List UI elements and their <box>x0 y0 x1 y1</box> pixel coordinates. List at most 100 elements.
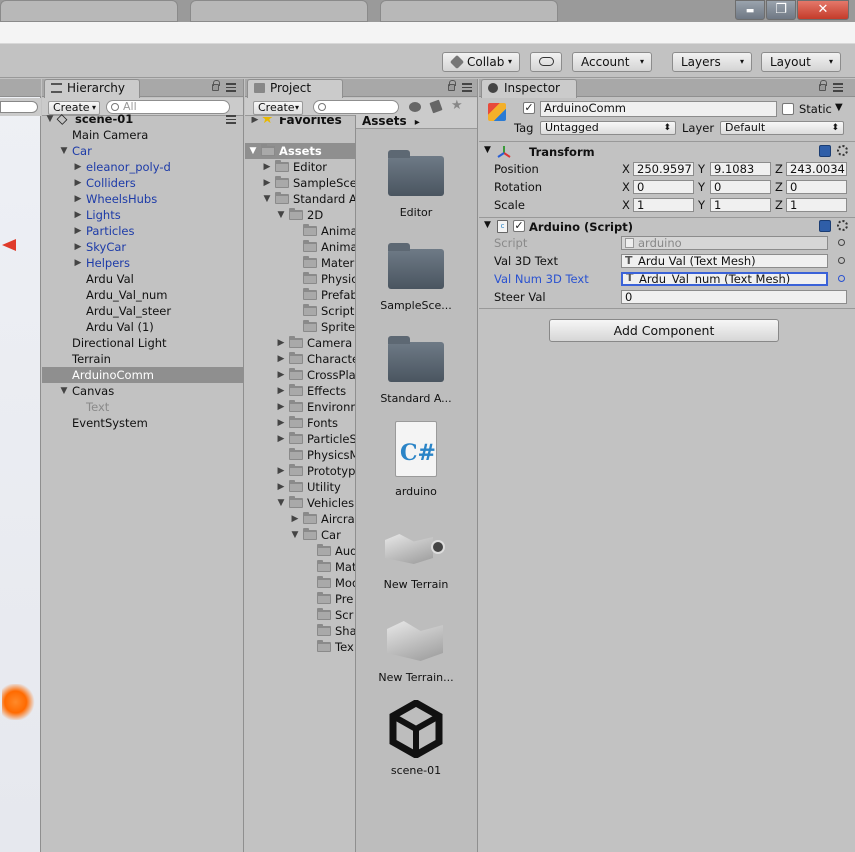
collapse-arrow-icon[interactable]: ▶ <box>276 415 286 431</box>
asset-item[interactable]: Standard A... <box>357 336 475 408</box>
tree-item[interactable]: Physic <box>245 271 355 287</box>
gear-icon[interactable] <box>837 145 848 156</box>
collapse-arrow-icon[interactable]: ▶ <box>250 117 260 128</box>
tree-item[interactable]: Mat <box>245 559 355 575</box>
tree-item[interactable]: ▶ ParticleS <box>245 431 355 447</box>
tree-item[interactable]: ▶ Aircra <box>245 511 355 527</box>
lock-icon[interactable] <box>819 80 827 91</box>
list-item[interactable]: ▶ Helpers <box>42 255 243 271</box>
tree-item[interactable]: ▶ Prototyp <box>245 463 355 479</box>
collapse-arrow-icon[interactable]: ▶ <box>73 255 83 271</box>
expand-arrow-icon[interactable]: ▼ <box>276 207 286 223</box>
active-checkbox[interactable]: ✓ <box>523 102 535 114</box>
tree-item[interactable]: Sha <box>245 623 355 639</box>
gear-icon[interactable] <box>837 220 848 231</box>
expand-arrow-icon[interactable]: ▼ <box>276 495 286 511</box>
tree-item[interactable]: Mod <box>245 575 355 591</box>
tree-item-assets[interactable]: ▼ Assets <box>245 143 355 159</box>
favorites-header[interactable]: ▶ ★ Favorites <box>245 117 355 128</box>
panel-menu-icon[interactable] <box>462 83 472 92</box>
scale-z-field[interactable]: 1 <box>786 198 847 212</box>
list-item[interactable]: ▶ Lights <box>42 207 243 223</box>
layout-dropdown[interactable]: Layout ▾ <box>761 52 841 72</box>
lock-icon[interactable] <box>212 80 220 91</box>
collab-button[interactable]: Collab ▾ <box>442 52 520 72</box>
tree-item[interactable]: ▶ Utility <box>245 479 355 495</box>
list-item[interactable]: Terrain <box>42 351 243 367</box>
collapse-arrow-icon[interactable]: ▶ <box>73 175 83 191</box>
tree-item[interactable]: ▼ Car <box>245 527 355 543</box>
steer-value-field[interactable]: 0 <box>621 290 847 304</box>
rotation-y-field[interactable]: 0 <box>710 180 771 194</box>
tree-item[interactable]: ▼ 2D <box>245 207 355 223</box>
list-item[interactable]: Main Camera <box>42 127 243 143</box>
panel-menu-icon[interactable] <box>226 83 236 92</box>
collapse-arrow-icon[interactable]: ▶ <box>262 175 272 191</box>
breadcrumb-assets[interactable]: Assets <box>362 114 407 128</box>
tree-item[interactable]: Tex <box>245 639 355 655</box>
collapse-arrow-icon[interactable]: ▶ <box>276 463 286 479</box>
browser-tab[interactable] <box>190 0 368 22</box>
list-item[interactable]: ▶ WheelsHubs <box>42 191 243 207</box>
tree-item[interactable]: ▼ Vehicles <box>245 495 355 511</box>
script-header[interactable]: ▼ c ✓ Arduino (Script) <box>479 218 855 236</box>
tree-item[interactable]: Mater <box>245 255 355 271</box>
asset-item[interactable]: New Terrain <box>357 514 475 594</box>
list-item[interactable]: EventSystem <box>42 415 243 431</box>
tree-item[interactable]: PhysicsM <box>245 447 355 463</box>
collapse-arrow-icon[interactable]: ▶ <box>262 159 272 175</box>
transform-header[interactable]: ▼ Transform <box>479 142 855 162</box>
expand-arrow-icon[interactable]: ▼ <box>248 143 258 159</box>
add-component-button[interactable]: Add Component <box>549 319 779 342</box>
tree-item[interactable]: Aud <box>245 543 355 559</box>
tag-dropdown[interactable]: Untagged ⬍ <box>540 121 676 135</box>
expand-arrow-icon[interactable]: ▼ <box>59 143 69 159</box>
asset-item[interactable]: Editor <box>357 150 475 222</box>
asset-item[interactable]: scene-01 <box>357 698 475 780</box>
list-item[interactable]: ▶ SkyCar <box>42 239 243 255</box>
object-name-input[interactable]: ArduinoComm <box>540 101 777 117</box>
asset-item[interactable]: New Terrain... <box>357 607 475 687</box>
collapse-arrow-icon[interactable]: ▶ <box>276 431 286 447</box>
tree-item[interactable]: ▶ CrossPla <box>245 367 355 383</box>
tab-project[interactable]: Project <box>247 79 343 98</box>
favorite-star-icon[interactable]: ★ <box>451 98 463 113</box>
list-item[interactable]: ▼ Canvas <box>42 383 243 399</box>
help-icon[interactable] <box>819 220 831 232</box>
list-item[interactable]: Directional Light <box>42 335 243 351</box>
list-item[interactable]: Ardu_Val_num <box>42 287 243 303</box>
tree-item[interactable]: Scr <box>245 607 355 623</box>
tree-item[interactable]: Script <box>245 303 355 319</box>
rotation-x-field[interactable]: 0 <box>633 180 694 194</box>
tree-item[interactable]: ▶ Camera <box>245 335 355 351</box>
scene-menu-icon[interactable] <box>226 115 236 124</box>
collapse-arrow-icon[interactable]: ▶ <box>73 159 83 175</box>
expand-arrow-icon[interactable]: ▼ <box>45 111 55 127</box>
valnum-object-field[interactable]: T Ardu_Val_num (Text Mesh) <box>621 272 828 286</box>
collapse-arrow-icon[interactable]: ▶ <box>290 511 300 527</box>
scale-x-field[interactable]: 1 <box>633 198 694 212</box>
tree-item[interactable]: ▶ Environm <box>245 399 355 415</box>
collapse-arrow-icon[interactable]: ▶ <box>276 367 286 383</box>
collapse-arrow-icon[interactable]: ▶ <box>276 383 286 399</box>
collapse-arrow-icon[interactable]: ▶ <box>73 239 83 255</box>
expand-arrow-icon[interactable]: ▼ <box>484 145 491 155</box>
tree-item[interactable]: ▶ Editor <box>245 159 355 175</box>
expand-arrow-icon[interactable]: ▼ <box>262 191 272 207</box>
project-search-input[interactable] <box>313 100 399 114</box>
asset-item[interactable]: SampleSce... <box>357 243 475 315</box>
list-item-selected[interactable]: ArduinoComm <box>42 367 243 383</box>
list-item[interactable]: ▶ Particles <box>42 223 243 239</box>
collapse-arrow-icon[interactable]: ▶ <box>73 223 83 239</box>
lock-icon[interactable] <box>448 80 456 91</box>
collapse-arrow-icon[interactable]: ▶ <box>276 335 286 351</box>
list-item[interactable]: ▼ Car <box>42 143 243 159</box>
tree-item[interactable]: Anima <box>245 223 355 239</box>
minimize-button[interactable]: ▬ <box>735 0 765 20</box>
val3d-object-field[interactable]: T Ardu Val (Text Mesh) <box>621 254 828 268</box>
tree-item[interactable]: ▶ Fonts <box>245 415 355 431</box>
tree-item[interactable]: Pre <box>245 591 355 607</box>
static-checkbox[interactable] <box>782 103 794 115</box>
browser-tab[interactable] <box>380 0 558 22</box>
rotation-z-field[interactable]: 0 <box>786 180 847 194</box>
